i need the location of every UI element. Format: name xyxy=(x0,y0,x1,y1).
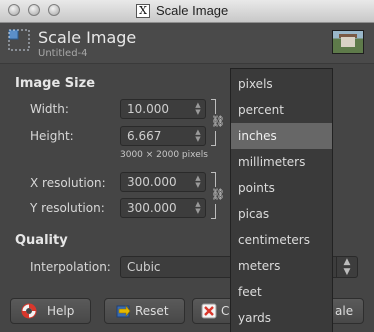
x-resolution-value[interactable]: 300.000 xyxy=(127,175,177,189)
updown-arrows-icon[interactable]: ▲ ▼ xyxy=(336,257,357,277)
y-resolution-label: Y resolution: xyxy=(30,201,105,215)
help-button-label[interactable]: Help xyxy=(47,304,74,318)
height-label: Height: xyxy=(30,129,74,143)
width-spinbox[interactable]: 10.000 ▲ ▼ xyxy=(120,99,206,119)
unit-option-points[interactable]: points xyxy=(231,175,332,201)
unit-option-inches[interactable]: inches xyxy=(231,123,332,149)
scale-image-icon xyxy=(8,29,30,51)
dialog-header: Scale Image Untitled-4 xyxy=(0,23,374,64)
help-button[interactable]: Help xyxy=(10,298,91,324)
height-spinbox[interactable]: 6.667 ▲ ▼ xyxy=(120,126,206,146)
unit-dropdown-menu[interactable]: pixels percent inches millimeters points… xyxy=(230,68,333,332)
x-resolution-spinbox[interactable]: 300.000 ▲ ▼ xyxy=(120,172,206,192)
cancel-button-label[interactable]: C xyxy=(221,304,229,318)
y-resolution-spinbox[interactable]: 300.000 ▲ ▼ xyxy=(120,198,206,218)
image-thumbnail xyxy=(332,30,364,54)
reset-button-label[interactable]: Reset xyxy=(135,304,169,318)
chain-link-icon[interactable]: ⛓ xyxy=(211,189,225,201)
unit-option-meters[interactable]: meters xyxy=(231,253,332,279)
width-label: Width: xyxy=(30,102,69,116)
maximize-window-button[interactable] xyxy=(48,4,60,16)
dialog-title: Scale Image xyxy=(38,28,137,47)
reset-icon xyxy=(116,305,131,318)
unit-option-millimeters[interactable]: millimeters xyxy=(231,149,332,175)
height-value[interactable]: 6.667 xyxy=(127,129,161,143)
pixel-size-note: 3000 × 2000 pixels xyxy=(120,150,208,160)
spin-arrows-icon[interactable]: ▲ ▼ xyxy=(194,201,202,215)
interpolation-label: Interpolation: xyxy=(30,260,111,274)
unit-option-percent[interactable]: percent xyxy=(231,97,332,123)
x-resolution-label: X resolution: xyxy=(30,176,106,190)
spin-arrows-icon[interactable]: ▲ ▼ xyxy=(194,175,202,189)
unit-option-yards[interactable]: yards xyxy=(231,305,332,331)
size-chain-button[interactable]: ⛓ xyxy=(211,99,225,146)
window-titlebar: X Scale Image xyxy=(0,0,374,23)
x11-icon: X xyxy=(136,4,150,18)
resolution-chain-button[interactable]: ⛓ xyxy=(211,172,225,219)
spin-arrows-icon[interactable]: ▲ ▼ xyxy=(194,102,202,116)
cancel-icon xyxy=(201,303,217,319)
interpolation-value[interactable]: Cubic xyxy=(127,260,161,274)
width-value[interactable]: 10.000 xyxy=(127,102,169,116)
chain-link-icon[interactable]: ⛓ xyxy=(211,116,225,128)
window-title: Scale Image xyxy=(156,3,229,18)
scale-button-label[interactable]: ale xyxy=(335,304,353,318)
quality-heading: Quality xyxy=(15,233,68,248)
unit-option-feet[interactable]: feet xyxy=(231,279,332,305)
close-window-button[interactable] xyxy=(8,4,20,16)
unit-option-pixels[interactable]: pixels xyxy=(231,71,332,97)
lifebuoy-icon xyxy=(21,303,37,319)
reset-button[interactable]: Reset xyxy=(104,298,185,324)
y-resolution-value[interactable]: 300.000 xyxy=(127,201,177,215)
unit-option-picas[interactable]: picas xyxy=(231,201,332,227)
image-name: Untitled-4 xyxy=(38,48,88,59)
unit-option-centimeters[interactable]: centimeters xyxy=(231,227,332,253)
minimize-window-button[interactable] xyxy=(28,4,40,16)
image-size-heading: Image Size xyxy=(15,76,96,91)
spin-arrows-icon[interactable]: ▲ ▼ xyxy=(194,129,202,143)
